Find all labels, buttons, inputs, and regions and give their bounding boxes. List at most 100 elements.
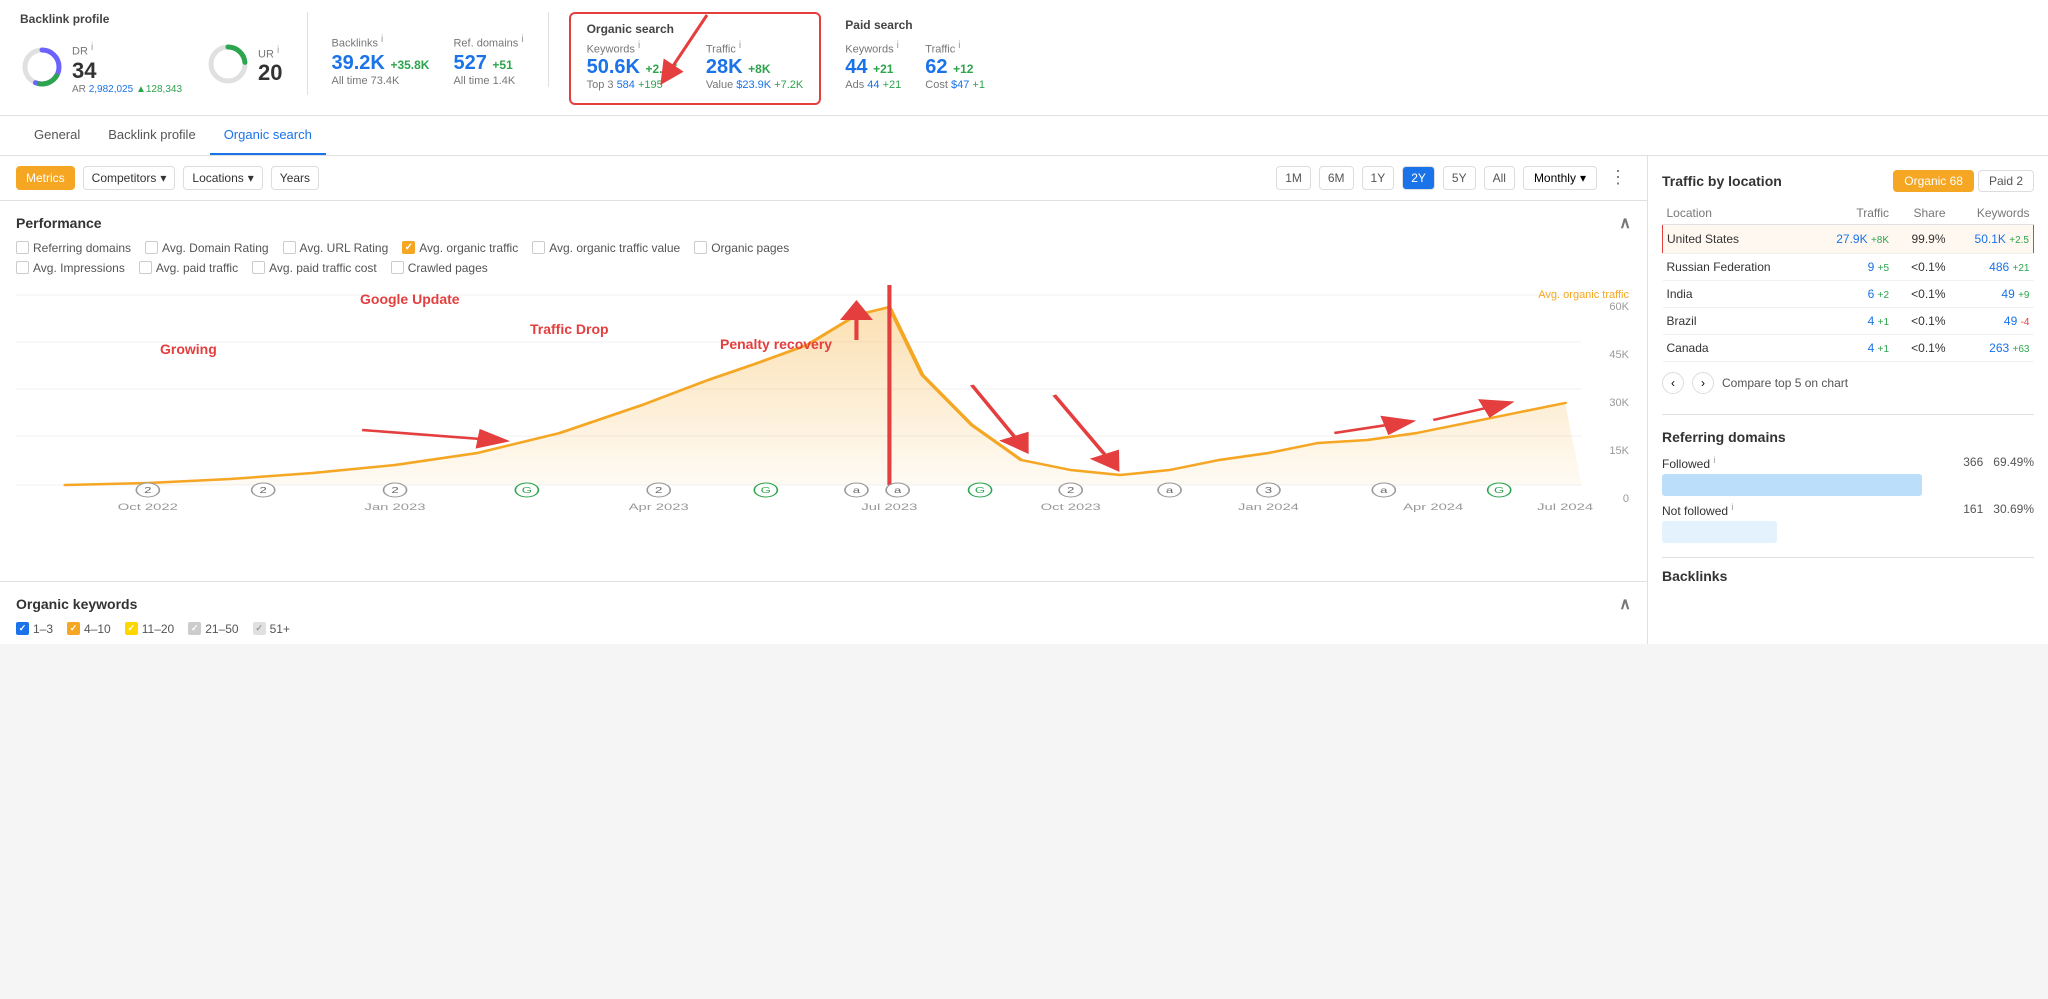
followed-bar <box>1662 474 1922 496</box>
ref-domains-value: 527 +51 <box>453 52 523 75</box>
table-row[interactable]: United States 27.9K +8K 99.9% 50.1K +2.5 <box>1663 224 2034 253</box>
ref-domains-label: Ref. domains i <box>453 34 523 50</box>
cb-avg-organic-traffic[interactable]: ✓ Avg. organic traffic <box>402 241 518 255</box>
years-button[interactable]: Years <box>271 166 319 190</box>
cb-avg-url-rating[interactable]: Avg. URL Rating <box>283 241 389 255</box>
table-row[interactable]: Brazil 4 +1 <0.1% 49 -4 <box>1663 307 2034 334</box>
paid-section-label: Paid search <box>845 18 985 32</box>
locations-dropdown[interactable]: Locations ▾ <box>183 166 262 190</box>
organic-keywords-section: Organic keywords ∧ ✓ 1–3 ✓ 4–10 ✓ 11–20 … <box>0 581 1647 644</box>
organic-toggle-btn[interactable]: Organic 68 <box>1893 170 1974 192</box>
performance-header: Performance ∧ <box>0 201 1647 239</box>
organic-keywords-title: Organic keywords <box>16 596 137 612</box>
y-45k: 45K <box>1609 349 1629 361</box>
kw-filter-51plus[interactable]: ✓ 51+ <box>253 622 290 636</box>
not-followed-value: 161 30.69% <box>1963 502 2034 518</box>
loc-br-name: Brazil <box>1663 307 1812 334</box>
organic-section-label: Organic search <box>587 22 804 36</box>
dr-label: DR i <box>72 42 182 58</box>
kw-checkboxes: ✓ 1–3 ✓ 4–10 ✓ 11–20 ✓ 21–50 ✓ 51+ <box>0 620 1647 644</box>
not-followed-bar-wrap: Not followed i 161 30.69% <box>1662 502 2034 543</box>
cb-crawled-pages[interactable]: Crawled pages <box>391 261 488 275</box>
backlinks-section: Backlinks <box>1662 557 2034 584</box>
competitors-dropdown[interactable]: Competitors ▾ <box>83 166 176 190</box>
more-options[interactable]: ⋮ <box>1605 167 1631 188</box>
referring-domains-title: Referring domains <box>1662 429 2034 445</box>
kw-filter-4-10[interactable]: ✓ 4–10 <box>67 622 111 636</box>
cb-organic-pages[interactable]: Organic pages <box>694 241 789 255</box>
col-share: Share <box>1893 202 1949 225</box>
svg-text:G: G <box>522 486 532 495</box>
organic-search-box: Organic search Keywords i 50.6K +2.6K To… <box>569 12 822 105</box>
backlinks-alltime: All time 73.4K <box>332 75 430 87</box>
cb-avg-paid-traffic[interactable]: Avg. paid traffic <box>139 261 238 275</box>
paid-traffic-label: Traffic i <box>925 40 985 56</box>
organic-traffic-value: 28K +8K <box>706 56 803 79</box>
followed-label: Followed i <box>1662 455 1715 471</box>
cb-avg-impressions[interactable]: Avg. Impressions <box>16 261 125 275</box>
table-row[interactable]: Russian Federation 9 +5 <0.1% 486 +21 <box>1663 253 2034 280</box>
traffic-location-title: Traffic by location <box>1662 173 1782 189</box>
loc-in-traffic: 6 +2 <box>1812 280 1893 307</box>
followed-bar-wrap: Followed i 366 69.49% <box>1662 455 2034 496</box>
y-15k: 15K <box>1609 445 1629 457</box>
table-row[interactable]: India 6 +2 <0.1% 49 +9 <box>1663 280 2034 307</box>
svg-text:Apr 2023: Apr 2023 <box>629 502 689 512</box>
organic-keywords-collapse[interactable]: ∧ <box>1619 594 1631 614</box>
loc-ca-kw: 263 +63 <box>1950 334 2034 361</box>
kw-filter-21-50[interactable]: ✓ 21–50 <box>188 622 238 636</box>
svg-text:Oct 2023: Oct 2023 <box>1041 502 1101 512</box>
loc-ru-kw: 486 +21 <box>1950 253 2034 280</box>
time-6m[interactable]: 6M <box>1319 166 1354 190</box>
organic-keywords-header: Organic keywords ∧ <box>0 582 1647 620</box>
tab-backlink-profile[interactable]: Backlink profile <box>94 116 209 155</box>
cb-avg-organic-traffic-value[interactable]: Avg. organic traffic value <box>532 241 680 255</box>
kw-filter-11-20[interactable]: ✓ 11–20 <box>125 622 174 636</box>
cb-avg-paid-traffic-cost[interactable]: Avg. paid traffic cost <box>252 261 377 275</box>
col-traffic: Traffic <box>1812 202 1893 225</box>
organic-kw-value: 50.6K +2.6K <box>587 56 678 79</box>
metrics-button[interactable]: Metrics <box>16 166 75 190</box>
loc-us-name: United States <box>1663 224 1812 253</box>
time-5y[interactable]: 5Y <box>1443 166 1476 190</box>
performance-chart: 2 2 2 G 2 G a a G <box>16 285 1631 515</box>
time-1y[interactable]: 1Y <box>1362 166 1395 190</box>
ur-donut <box>206 42 250 89</box>
backlinks-title: Backlinks <box>1662 568 2034 584</box>
ref-domains-block: Ref. domains i 527 +51 All time 1.4K <box>453 34 523 87</box>
time-1m[interactable]: 1M <box>1276 166 1311 190</box>
col-location: Location <box>1663 202 1812 225</box>
left-panel: Metrics Competitors ▾ Locations ▾ Years … <box>0 156 1648 644</box>
not-followed-bar-label: Not followed i 161 30.69% <box>1662 502 2034 518</box>
time-2y[interactable]: 2Y <box>1402 166 1435 190</box>
loc-in-name: India <box>1663 280 1812 307</box>
svg-text:2: 2 <box>655 486 662 495</box>
ur-value: 20 <box>258 60 282 86</box>
prev-arrow[interactable]: ‹ <box>1662 372 1684 394</box>
not-followed-label: Not followed i <box>1662 502 1733 518</box>
next-arrow[interactable]: › <box>1692 372 1714 394</box>
paid-toggle-btn[interactable]: Paid 2 <box>1978 170 2034 192</box>
chart-area: Avg. organic traffic 60K 45K 30K 15K 0 G… <box>0 281 1647 581</box>
collapse-chevron[interactable]: ∧ <box>1619 213 1631 233</box>
backlink-profile-title: Backlink profile <box>20 12 283 26</box>
kw-filter-1-3[interactable]: ✓ 1–3 <box>16 622 53 636</box>
cb-avg-domain-rating[interactable]: Avg. Domain Rating <box>145 241 269 255</box>
paid-ads: Ads 44 +21 <box>845 79 901 91</box>
backlinks-value: 39.2K +35.8K <box>332 52 430 75</box>
loc-ru-name: Russian Federation <box>1663 253 1812 280</box>
svg-text:a: a <box>853 486 861 495</box>
right-panel: Traffic by location Organic 68 Paid 2 Lo… <box>1648 156 2048 644</box>
loc-br-share: <0.1% <box>1893 307 1949 334</box>
cb-referring-domains[interactable]: Referring domains <box>16 241 131 255</box>
tab-general[interactable]: General <box>20 116 94 155</box>
traffic-location-header: Traffic by location Organic 68 Paid 2 <box>1662 170 2034 192</box>
monthly-dropdown[interactable]: Monthly ▾ <box>1523 166 1597 190</box>
time-all[interactable]: All <box>1484 166 1515 190</box>
metrics-bar: Backlink profile DR i 34 AR 2,982,025 ▲1… <box>0 0 2048 116</box>
tab-organic-search[interactable]: Organic search <box>210 116 326 155</box>
checkboxes-row1: Referring domains Avg. Domain Rating Avg… <box>0 239 1647 259</box>
svg-text:Jan 2024: Jan 2024 <box>1238 502 1299 512</box>
svg-text:Jul 2024: Jul 2024 <box>1537 502 1593 512</box>
table-row[interactable]: Canada 4 +1 <0.1% 263 +63 <box>1663 334 2034 361</box>
